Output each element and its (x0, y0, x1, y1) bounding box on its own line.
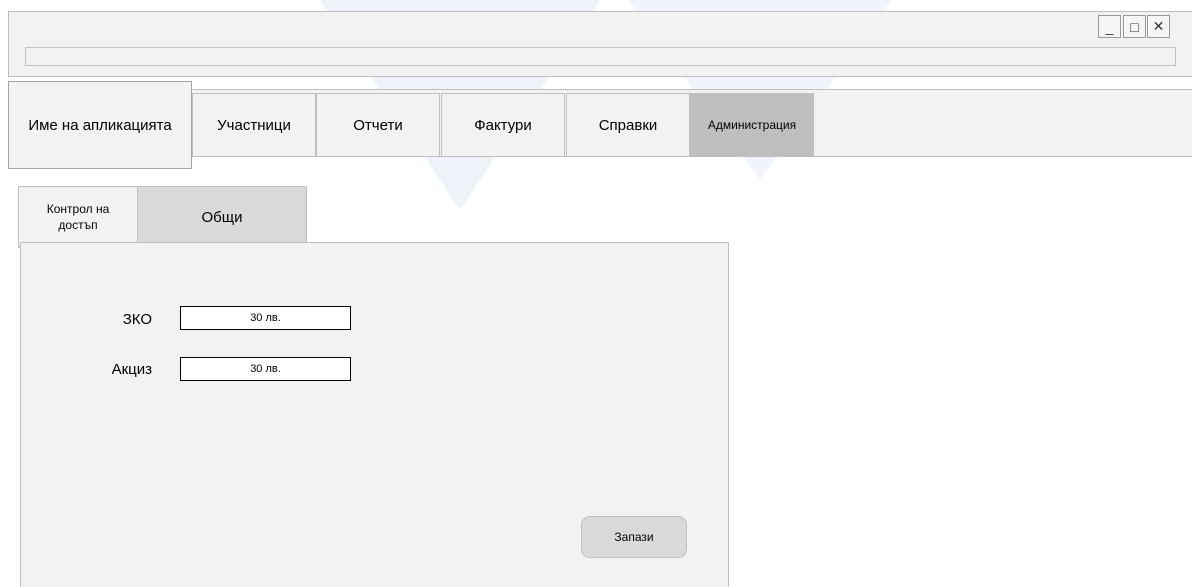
nav-tab-participants[interactable]: Участници (192, 93, 316, 157)
zko-input[interactable] (180, 306, 351, 330)
excise-input[interactable] (180, 357, 351, 381)
nav-tab-administration[interactable]: Администрация (690, 93, 814, 157)
nav-tab-reports[interactable]: Отчети (316, 93, 440, 157)
nav-tab-inquiries[interactable]: Справки (566, 93, 690, 157)
maximize-icon[interactable]: □ (1123, 15, 1146, 38)
excise-label: Акциз (111, 361, 152, 378)
page: _ □ ✕ Име на апликацията Участници Отчет… (0, 0, 1192, 587)
nav-tab-invoices[interactable]: Фактури (441, 93, 565, 157)
zko-label: ЗКО (122, 311, 152, 328)
app-name: Име на апликацията (8, 81, 192, 169)
minimize-icon[interactable]: _ (1098, 15, 1121, 38)
close-icon[interactable]: ✕ (1147, 15, 1170, 38)
address-bar[interactable] (25, 47, 1176, 66)
save-button[interactable]: Запази (581, 516, 687, 558)
subtab-general[interactable]: Общи (137, 186, 307, 248)
subtab-access-control-label: Контрол на достъп (46, 202, 110, 232)
app-window: _ □ ✕ (8, 11, 1192, 77)
subtab-access-control[interactable]: Контрол на достъп (18, 186, 138, 248)
